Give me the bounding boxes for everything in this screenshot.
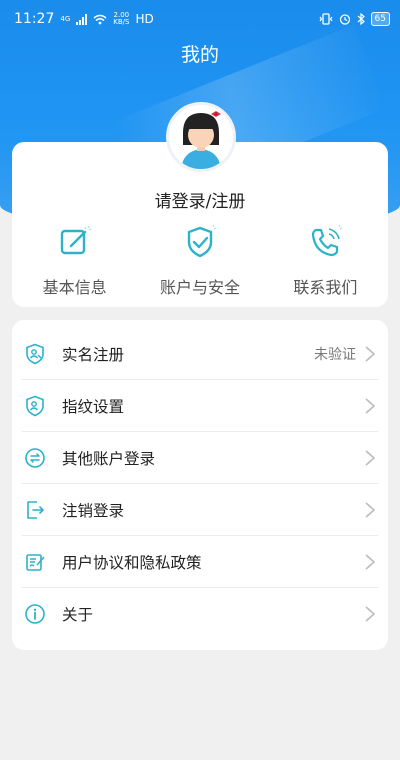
menu-item-label: 实名注册 xyxy=(62,345,125,364)
info-icon xyxy=(25,604,45,624)
chevron-right-icon xyxy=(365,398,376,414)
vibrate-icon xyxy=(319,13,333,25)
switch-account-icon xyxy=(25,447,45,468)
verification-status: 未验证 xyxy=(314,346,356,363)
quick-action-contact-us[interactable]: 联系我们 xyxy=(263,222,388,298)
network-speed: 2.00 KB/S xyxy=(113,12,129,26)
edit-icon xyxy=(60,225,91,255)
menu-item-user-agreement[interactable]: 用户协议和隐私政策 xyxy=(22,536,378,588)
menu-item-label: 指纹设置 xyxy=(62,397,125,416)
status-bar: 11:27 4G 2.00 KB/S HD 65 xyxy=(0,0,400,38)
menu-item-label: 其他账户登录 xyxy=(62,449,156,468)
chevron-right-icon xyxy=(365,450,376,466)
quick-action-label: 基本信息 xyxy=(42,278,107,297)
chevron-right-icon xyxy=(365,606,376,622)
quick-action-label: 联系我们 xyxy=(293,278,358,297)
hd-indicator: HD xyxy=(135,12,154,26)
quick-actions: 基本信息 账户与安全 联系我们 xyxy=(12,222,388,298)
phone-icon xyxy=(312,224,343,257)
avatar-girl-icon xyxy=(169,105,233,169)
chevron-right-icon xyxy=(365,346,376,362)
chevron-right-icon xyxy=(365,554,376,570)
quick-action-label: 账户与安全 xyxy=(159,278,240,297)
menu-item-label: 用户协议和隐私政策 xyxy=(62,553,202,572)
wifi-icon xyxy=(93,14,107,24)
menu-item-logout[interactable]: 注销登录 xyxy=(22,484,378,536)
login-register-link[interactable]: 请登录/注册 xyxy=(12,187,388,212)
id-shield-icon xyxy=(26,343,44,364)
network-type: 4G xyxy=(60,15,71,23)
battery-indicator: 65 xyxy=(370,12,390,26)
menu-item-fingerprint[interactable]: 指纹设置 xyxy=(22,380,378,432)
menu-item-real-name[interactable]: 实名注册 未验证 xyxy=(22,328,378,380)
network-speed-unit: KB/S xyxy=(113,18,130,26)
menu-item-other-account-login[interactable]: 其他账户登录 xyxy=(22,432,378,484)
bluetooth-icon xyxy=(357,13,365,25)
signal-icon xyxy=(76,13,88,25)
quick-action-basic-info[interactable]: 基本信息 xyxy=(12,222,137,298)
quick-action-account-security[interactable]: 账户与安全 xyxy=(137,222,262,298)
menu-card: 实名注册 未验证 指纹设置 其他账户登录 注销登录 用户协议和隐私政策 关于 xyxy=(12,320,388,650)
chevron-right-icon xyxy=(365,502,376,518)
logout-icon xyxy=(27,500,44,519)
shield-check-icon xyxy=(187,224,217,258)
agreement-icon xyxy=(26,553,45,571)
menu-item-about[interactable]: 关于 xyxy=(22,588,378,640)
menu-item-label: 注销登录 xyxy=(62,501,125,520)
page-title: 我的 xyxy=(180,44,219,66)
fingerprint-shield-icon xyxy=(26,395,44,416)
menu-item-label: 关于 xyxy=(62,606,94,624)
avatar[interactable] xyxy=(166,102,236,172)
status-time: 11:27 xyxy=(14,11,55,27)
alarm-icon xyxy=(339,14,350,25)
